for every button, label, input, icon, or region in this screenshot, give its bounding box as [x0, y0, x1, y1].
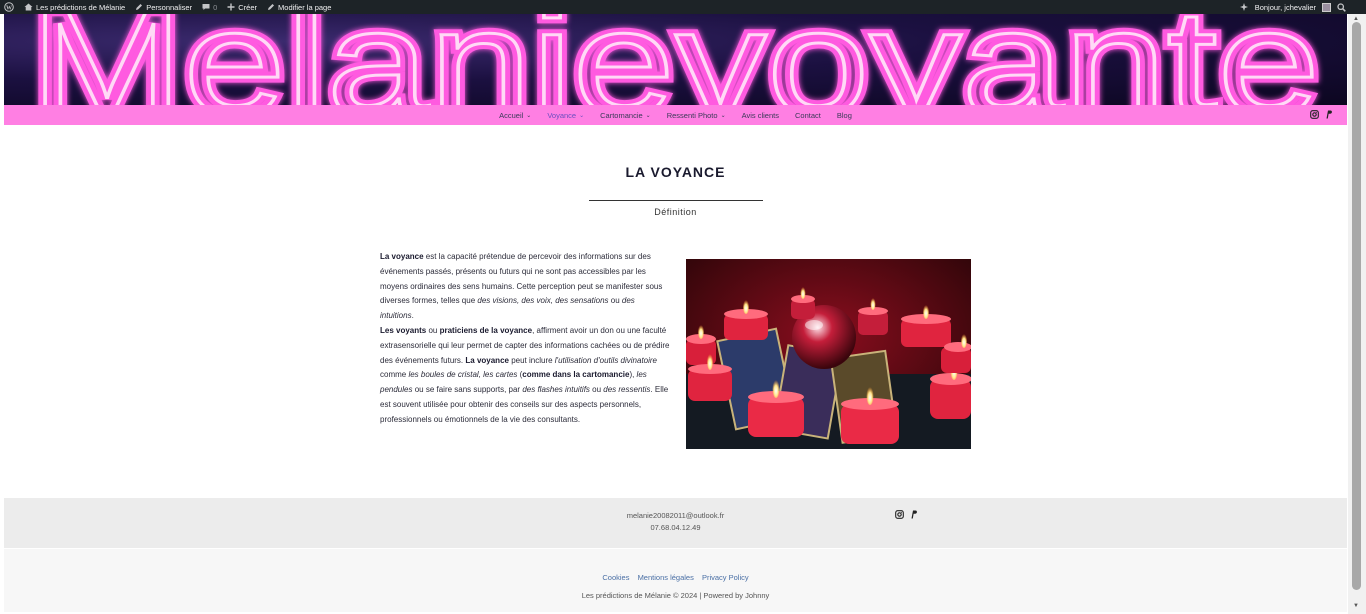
nav-item-avis-clients[interactable]: Avis clients: [742, 111, 779, 120]
nav-item-accueil[interactable]: Accueil ⌄: [499, 111, 531, 120]
footer-links: Cookies Mentions légales Privacy Policy: [4, 573, 1347, 582]
title-divider: [589, 200, 763, 201]
site-header-banner[interactable]: Melanievoyante Melanievoyante: [4, 14, 1347, 105]
comments-link[interactable]: 0: [202, 3, 217, 12]
comment-icon: [202, 4, 210, 10]
paragraph-1: La voyance est la capacité prétendue de …: [380, 252, 663, 321]
site-name-link[interactable]: Les prédictions de Mélanie: [24, 3, 125, 12]
customize-label: Personnaliser: [146, 2, 193, 12]
copyright: Les prédictions de Mélanie © 2024 | Powe…: [581, 591, 770, 600]
instagram-icon[interactable]: [1310, 110, 1319, 119]
nav-item-blog[interactable]: Blog: [837, 111, 852, 120]
search-icon[interactable]: [1337, 2, 1346, 12]
nav-item-cartomancie[interactable]: Cartomancie ⌄: [600, 111, 651, 120]
comments-count: 0: [213, 2, 218, 12]
svg-text:W: W: [6, 5, 12, 11]
footer-bottom: Cookies Mentions légales Privacy Policy …: [4, 549, 1347, 612]
pencil-icon: [268, 4, 275, 10]
ai-sparkle-icon[interactable]: [1239, 2, 1249, 12]
nav-label: Cartomancie: [600, 110, 643, 120]
scrollbar[interactable]: ▲ ▼: [1348, 14, 1366, 614]
create-label: Créer: [238, 2, 258, 12]
footer-link-cookies[interactable]: Cookies: [602, 573, 629, 582]
page-subtitle: Définition: [654, 207, 697, 217]
site-logo: Melanievoyante Melanievoyante: [25, 14, 1326, 105]
wordpress-icon: W: [4, 2, 14, 12]
nav-label: Contact: [795, 110, 821, 120]
edit-page-link[interactable]: Modifier la page: [267, 3, 331, 12]
footer-social-links: [895, 510, 918, 519]
create-link[interactable]: Créer: [227, 3, 257, 12]
plus-icon: [227, 3, 235, 11]
edit-page-label: Modifier la page: [278, 2, 332, 12]
paragraph-2: Les voyants ou praticiens de la voyance,…: [380, 325, 670, 424]
nav-label: Ressenti Photo: [666, 110, 718, 120]
main-navigation: Accueil ⌄ Voyance ⌄ Cartomancie ⌄ Ressenti …: [4, 105, 1347, 125]
page-title: LA VOYANCE: [625, 164, 726, 180]
chevron-down-icon: ⌄: [526, 112, 532, 119]
nav-item-voyance[interactable]: Voyance ⌄: [547, 111, 584, 120]
paypal-icon[interactable]: [910, 510, 918, 519]
nav-label: Avis clients: [741, 110, 779, 120]
chevron-down-icon: ⌄: [579, 112, 585, 119]
chevron-down-icon: ⌄: [720, 112, 726, 119]
customize-link[interactable]: Personnaliser: [135, 3, 192, 12]
contact-email[interactable]: melanie20082011@outlook.fr: [4, 510, 1347, 522]
nav-item-ressenti-photo[interactable]: Ressenti Photo ⌄: [667, 111, 726, 120]
pencil-icon: [136, 4, 143, 10]
scrollbar-thumb[interactable]: [1352, 22, 1361, 590]
header-social-links: [1310, 110, 1333, 119]
footer-contact: melanie20082011@outlook.fr 07.68.04.12.4…: [4, 498, 1347, 548]
site-name-label: Les prédictions de Mélanie: [36, 2, 126, 12]
definition-text: La voyance est la capacité prétendue de …: [380, 250, 670, 428]
nav-label: Blog: [836, 110, 852, 120]
page: Melanievoyante Melanievoyante Accueil ⌄ V…: [4, 14, 1347, 612]
chevron-down-icon: ⌄: [645, 112, 651, 119]
instagram-icon[interactable]: [895, 510, 904, 519]
user-greeting[interactable]: Bonjour, jchevalier: [1255, 3, 1316, 12]
scroll-down-arrow-icon[interactable]: ▼: [1353, 603, 1359, 609]
nav-item-contact[interactable]: Contact: [795, 111, 821, 120]
admin-bar: W Les prédictions de Mélanie Personnalis…: [0, 0, 1366, 14]
svg-text:Melanievoyante: Melanievoyante: [30, 14, 1320, 105]
wordpress-menu[interactable]: W: [4, 2, 14, 12]
footer-link-privacy-policy[interactable]: Privacy Policy: [702, 573, 749, 582]
nav-label: Voyance: [547, 110, 577, 120]
contact-phone[interactable]: 07.68.04.12.49: [4, 522, 1347, 534]
candles-crystal-ball-image: [686, 259, 971, 449]
nav-label: Accueil: [499, 110, 524, 120]
avatar[interactable]: [1322, 2, 1331, 12]
home-icon: [24, 3, 33, 11]
footer-link-mentions-legales[interactable]: Mentions légales: [638, 573, 694, 582]
paypal-icon[interactable]: [1325, 110, 1333, 119]
